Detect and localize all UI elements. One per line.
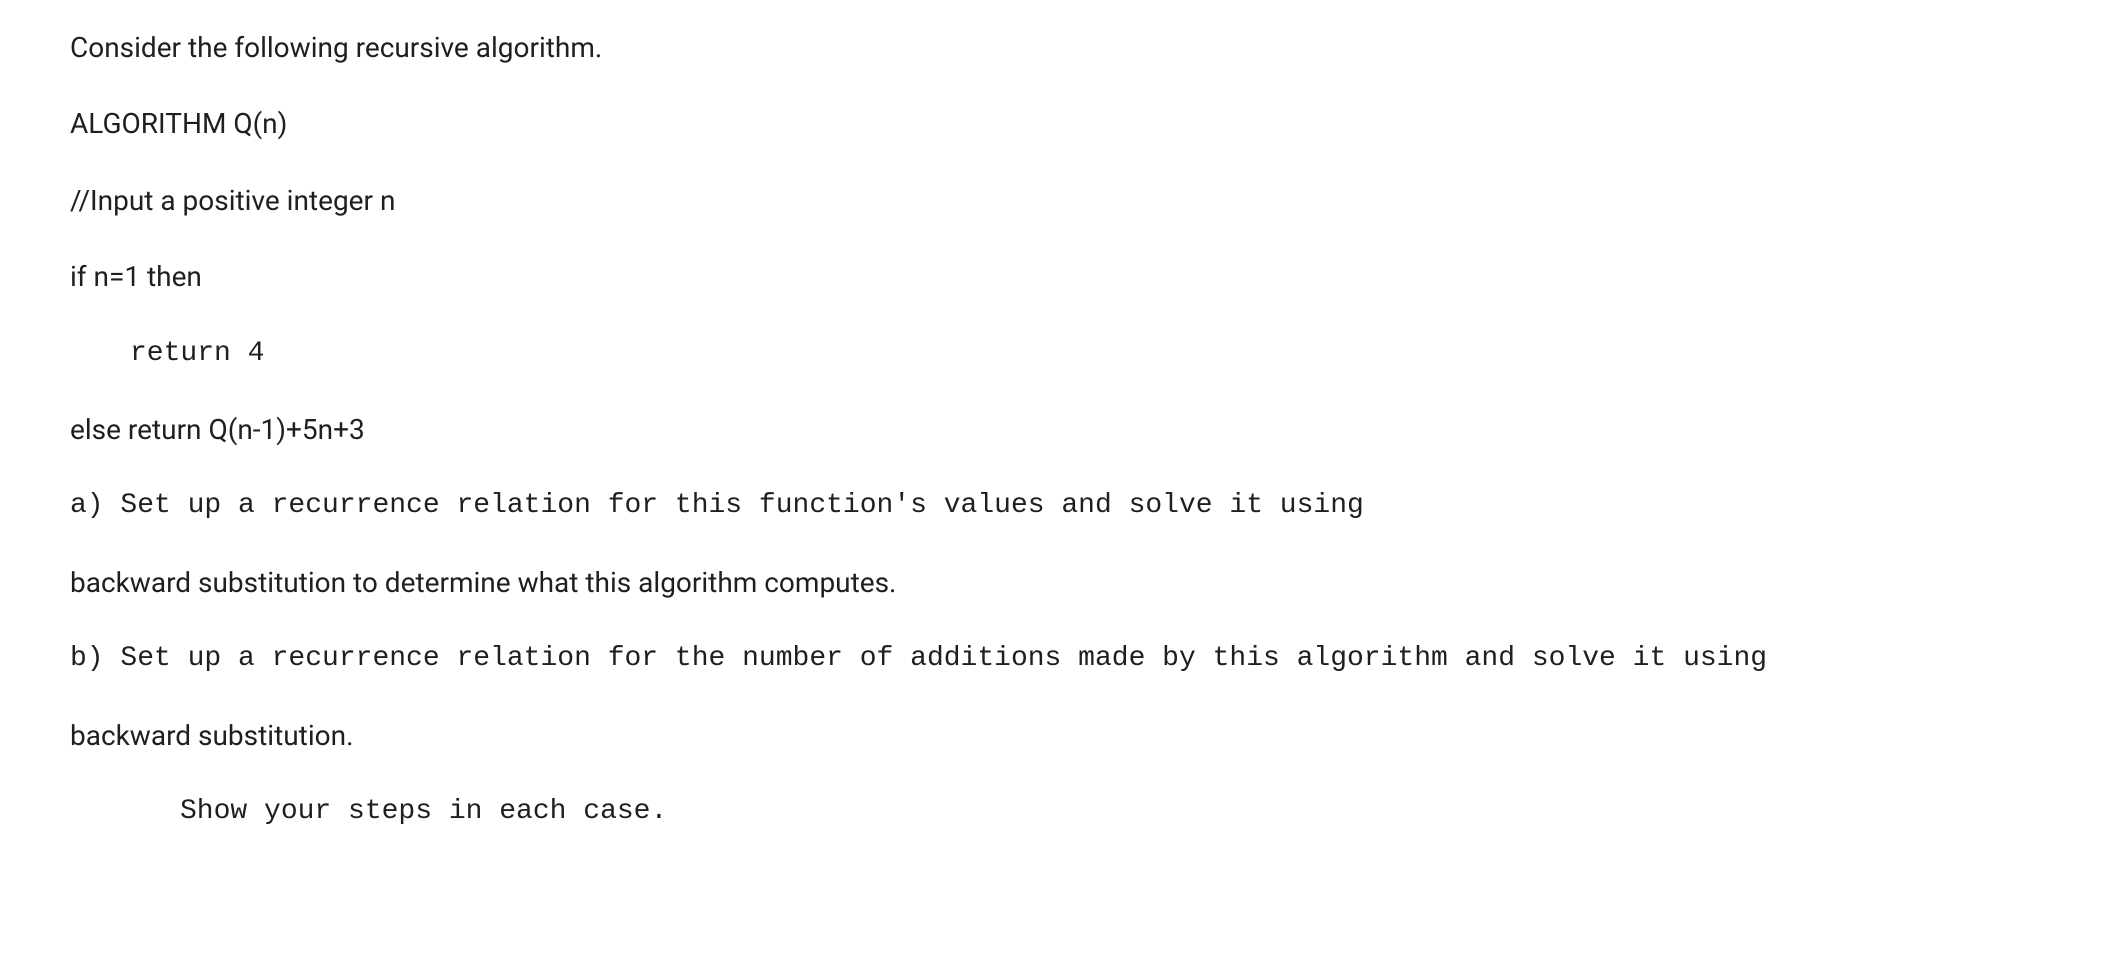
- if-line: if n=1 then: [70, 259, 2050, 295]
- else-line: else return Q(n-1)+5n+3: [70, 412, 2050, 448]
- if-text: if n=1 then: [70, 260, 202, 293]
- intro-text: Consider the following recursive algorit…: [70, 31, 602, 64]
- show-steps-line: Show your steps in each case.: [70, 794, 2050, 830]
- else-text: else return Q(n-1)+5n+3: [70, 413, 365, 446]
- return-line: return 4: [70, 336, 2050, 372]
- comment-line: //Input a positive integer n: [70, 183, 2050, 219]
- part-a-line2: backward substitution to determine what …: [70, 565, 2050, 601]
- return-text: return 4: [130, 338, 264, 369]
- part-a-text2: backward substitution to determine what …: [70, 566, 896, 599]
- part-b-text2: backward substitution.: [70, 719, 353, 752]
- show-steps-text: Show your steps in each case.: [180, 796, 667, 827]
- part-b-text1: b) Set up a recurrence relation for the …: [70, 643, 1767, 674]
- part-a-line1: a) Set up a recurrence relation for this…: [70, 488, 2050, 524]
- comment-text: //Input a positive integer n: [70, 184, 395, 217]
- intro-line: Consider the following recursive algorit…: [70, 30, 2050, 66]
- part-b-line1: b) Set up a recurrence relation for the …: [70, 641, 2050, 677]
- algorithm-title-text: ALGORITHM Q(n): [70, 107, 287, 140]
- part-b-line2: backward substitution.: [70, 718, 2050, 754]
- part-a-text1: a) Set up a recurrence relation for this…: [70, 490, 1364, 521]
- algorithm-title: ALGORITHM Q(n): [70, 106, 2050, 142]
